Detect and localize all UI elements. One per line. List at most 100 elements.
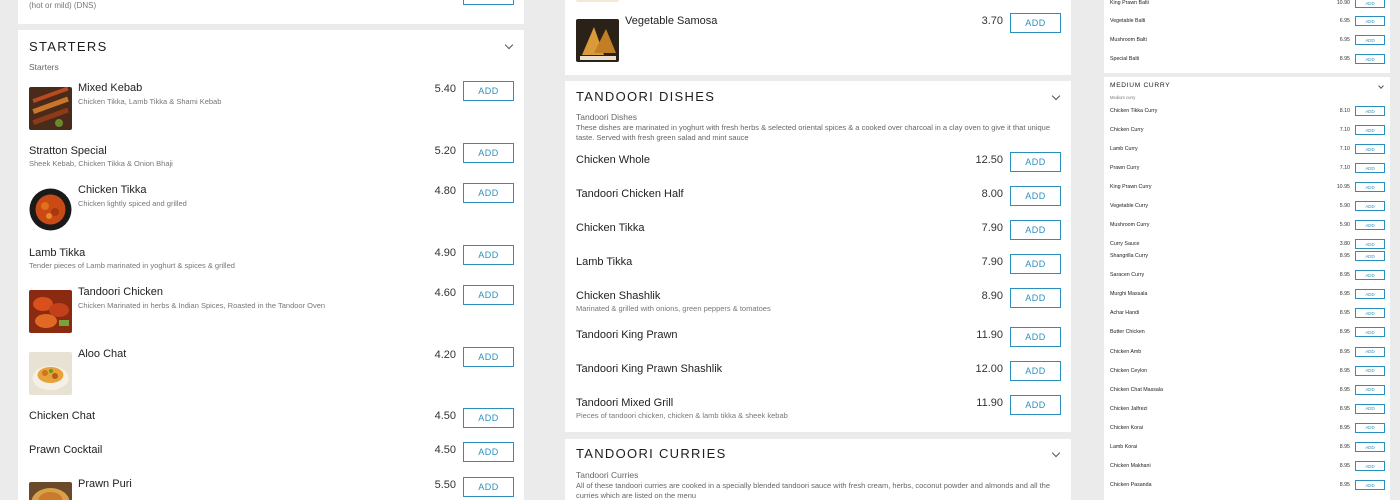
item-price: 5.20	[434, 145, 456, 157]
menu-item: Prawn Curry 7.10 ADD	[1104, 162, 1390, 174]
menu-item: Lamb Curry 7.10 ADD	[1104, 143, 1390, 155]
add-button[interactable]: ADD	[1355, 0, 1385, 8]
add-button[interactable]: ADD	[1355, 365, 1385, 376]
add-button[interactable]: ADD	[463, 285, 514, 305]
item-price: 7.10	[1339, 127, 1350, 133]
item-name: Lamb Korai	[1110, 444, 1138, 450]
menu-item: King Prawn Balti 10.90 ADD	[1104, 0, 1390, 8]
previous-section-panel: Vegetable Samosa 3.70 ADD	[565, 0, 1071, 75]
add-button[interactable]: ADD	[1355, 346, 1385, 357]
menu-item: Chicken Chat Massala 8.95 ADD	[1104, 384, 1390, 396]
specials-section: Shangrilla Curry 8.95 ADD Saracen Curry 8.95…	[1104, 250, 1390, 500]
menu-item: Chicken Curry 7.10 ADD	[1104, 124, 1390, 136]
add-button[interactable]: ADD	[1355, 182, 1385, 192]
food-image	[29, 290, 72, 333]
food-image	[576, 0, 619, 2]
add-button[interactable]: ADD	[1010, 152, 1061, 172]
chevron-down-icon[interactable]	[1051, 91, 1061, 101]
add-button[interactable]: ADD	[463, 81, 514, 101]
add-button[interactable]: ADD	[1355, 403, 1385, 414]
chevron-down-icon[interactable]	[504, 40, 514, 50]
add-button[interactable]: ADD	[1355, 384, 1385, 395]
add-button[interactable]: ADD	[1010, 254, 1061, 274]
item-name: Chicken Jalfrezi	[1110, 405, 1148, 412]
add-button[interactable]: ADD	[463, 347, 514, 367]
menu-item: Chicken Makhani 8.95 ADD	[1104, 460, 1390, 472]
menu-column-2: Vegetable Samosa 3.70 ADD TANDOORI DISHE…	[545, 0, 1090, 500]
add-button[interactable]: ADD	[1010, 395, 1061, 415]
section-title[interactable]: TANDOORI DISHES	[576, 89, 715, 104]
add-button[interactable]: ADD	[1355, 144, 1385, 154]
menu-item: King Prawn Curry 10.95 ADD	[1104, 181, 1390, 193]
add-button[interactable]: ADD	[463, 183, 514, 203]
item-name: King Prawn Curry	[1110, 184, 1152, 190]
add-button[interactable]: ADD	[1010, 288, 1061, 308]
add-button[interactable]: ADD	[1355, 220, 1385, 230]
item-name: Murghi Massala	[1110, 291, 1148, 298]
add-button[interactable]: ADD	[463, 245, 514, 265]
add-button[interactable]: ADD	[1355, 308, 1385, 319]
item-price: 8.95	[1339, 424, 1350, 431]
add-button[interactable]: ADD	[1355, 239, 1385, 249]
section-subtitle: Starters	[29, 62, 59, 72]
item-name: Chicken Chat	[29, 410, 96, 422]
add-button[interactable]: ADD	[1355, 35, 1385, 45]
menu-item: Chicken Ceylon 8.95 ADD	[1104, 365, 1390, 377]
chevron-down-icon[interactable]	[1378, 83, 1384, 89]
add-button[interactable]: ADD	[1355, 327, 1385, 338]
item-price: 12.00	[975, 363, 1003, 375]
add-button[interactable]: ADD	[463, 143, 514, 163]
add-button[interactable]: ADD	[1355, 461, 1385, 472]
menu-item: Tandoori King Prawn 11.90 ADD	[565, 327, 1071, 351]
item-price: 8.10	[1339, 108, 1350, 114]
item-name: Lamb Tikka	[576, 256, 633, 268]
add-button[interactable]: ADD	[1355, 289, 1385, 300]
item-name: Special Balti	[1110, 56, 1140, 62]
add-button[interactable]: ADD	[1355, 125, 1385, 135]
chevron-down-icon[interactable]	[1051, 448, 1061, 458]
add-button[interactable]: ADD	[1355, 270, 1385, 281]
add-button[interactable]: ADD	[1010, 186, 1061, 206]
item-name: Prawn Curry	[1110, 165, 1140, 171]
add-button[interactable]: ADD	[1355, 106, 1385, 116]
add-button[interactable]: ADD	[1355, 422, 1385, 433]
add-button[interactable]	[463, 0, 514, 5]
menu-item: Tandoori Chicken Half 8.00 ADD	[565, 186, 1071, 210]
item-price: 8.95	[1339, 291, 1350, 298]
section-title[interactable]: TANDOORI CURRIES	[576, 446, 727, 461]
add-button[interactable]: ADD	[1355, 201, 1385, 211]
item-name: Prawn Cocktail	[29, 444, 103, 456]
add-button[interactable]: ADD	[463, 442, 514, 462]
menu-item: Tandoori Mixed Grill Pieces of tandoori …	[565, 395, 1071, 425]
add-button[interactable]: ADD	[1355, 442, 1385, 452]
add-button[interactable]: ADD	[1355, 251, 1385, 261]
section-subtitle: Tandoori Dishes	[576, 112, 637, 122]
add-button[interactable]: ADD	[1010, 220, 1061, 240]
item-name: Lamb Tikka	[29, 247, 86, 259]
add-button[interactable]: ADD	[1010, 361, 1061, 381]
add-button[interactable]: ADD	[1355, 480, 1385, 491]
item-name: Mushroom Balti	[1110, 37, 1147, 43]
item-price: 8.95	[1339, 56, 1350, 62]
add-button[interactable]: ADD	[463, 408, 514, 428]
add-button[interactable]: ADD	[1355, 54, 1385, 64]
add-button[interactable]: ADD	[1010, 327, 1061, 347]
item-price: 6.95	[1339, 37, 1350, 43]
food-image	[29, 188, 72, 231]
add-button[interactable]: ADD	[1355, 163, 1385, 173]
food-image	[29, 87, 72, 130]
menu-item: Chicken Shashlik Marinated & grilled wit…	[565, 288, 1071, 318]
section-title[interactable]: MEDIUM CURRY	[1110, 82, 1170, 89]
section-title[interactable]: STARTERS	[29, 39, 108, 54]
add-button[interactable]: ADD	[463, 477, 514, 497]
menu-item: Shangrilla Curry 8.95 ADD	[1104, 250, 1390, 262]
add-button[interactable]: ADD	[1355, 16, 1385, 26]
item-price: 8.95	[1339, 386, 1350, 393]
item-name: Achar Handi	[1110, 310, 1140, 317]
item-price: 8.90	[981, 290, 1003, 302]
add-button[interactable]: ADD	[1010, 13, 1061, 33]
item-name: Chicken Curry	[1110, 127, 1144, 133]
item-name: Vegetable Balti	[1110, 18, 1146, 24]
tandoori-dishes-section: TANDOORI DISHES Tandoori Dishes These di…	[565, 81, 1071, 432]
item-price: 8.95	[1339, 405, 1350, 412]
